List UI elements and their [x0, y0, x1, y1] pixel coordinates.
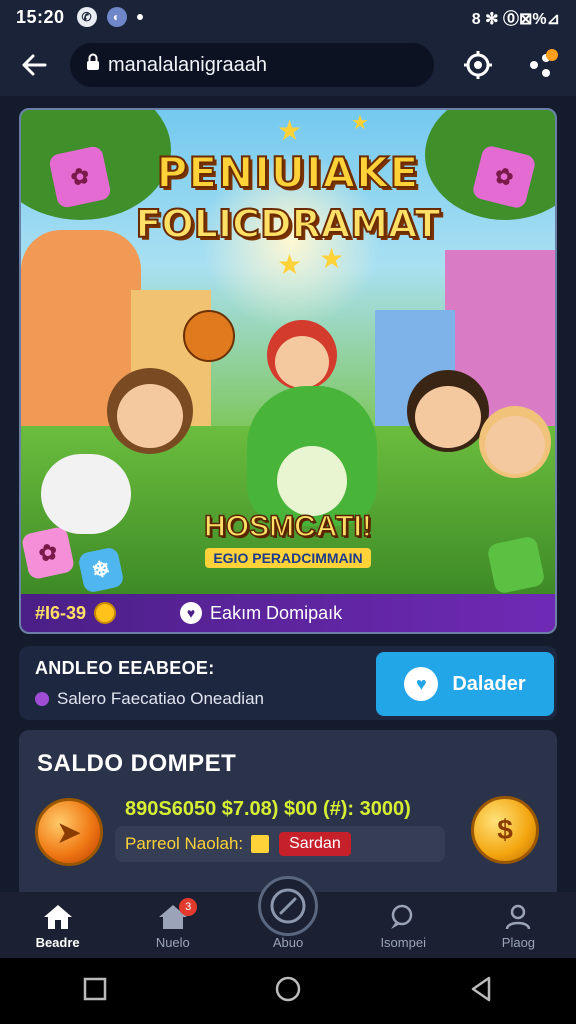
compass-icon[interactable]: [258, 876, 318, 936]
wallet-amount: 890S6050 $7.08) $00 (#): 3000): [125, 798, 411, 820]
whatsapp-icon: ✆: [76, 7, 97, 27]
banner-wallet-link[interactable]: ♥ Eakım Domipaık: [180, 602, 342, 624]
promo-banner[interactable]: ★ ★ ★ ★ ✿ ✿ ✿ ❄ PENIUIAKE FOLICDRAMAT HO…: [19, 108, 557, 634]
wallet-info-pill: Parreol Naolah: Sardan: [115, 826, 445, 862]
character-boy-top: [267, 320, 337, 390]
banner-subtitle-big: HOSMCATI!: [203, 509, 372, 544]
banner-points: #I6-39: [35, 602, 87, 623]
home-icon: [43, 905, 72, 929]
home-circle-icon[interactable]: [274, 975, 302, 1008]
banner-title-line2: FOLICDRAMAT: [135, 201, 442, 247]
address-subtext: Salero Faecatiao Oneadian: [57, 689, 264, 708]
status-right-icons: 8 ✻ ⓪⊠%⊿: [471, 11, 560, 28]
back-arrow-icon[interactable]: [16, 47, 52, 83]
star-icon: ★: [319, 243, 345, 274]
nav-label: Nuelo: [155, 935, 190, 950]
star-icon: ★: [277, 249, 303, 280]
dollar-coin-icon: $: [471, 796, 539, 864]
banner-wallet-label: Eakım Domipaık: [210, 602, 343, 623]
wallet-balance-card: SALDO DOMPET ➤ 890S6050 $7.08) $00 (#): …: [19, 730, 557, 892]
status-time: 15:20: [16, 6, 65, 27]
recents-square-icon[interactable]: [83, 977, 107, 1006]
page-content: ★ ★ ★ ★ ✿ ✿ ✿ ❄ PENIUIAKE FOLICDRAMAT HO…: [0, 96, 576, 892]
coin-icon: ➤: [35, 798, 103, 866]
target-icon[interactable]: [458, 45, 498, 85]
character-boy-left: [107, 368, 193, 454]
heart-chat-icon: ♥: [180, 602, 203, 624]
lock-icon: [86, 53, 100, 77]
star-icon: ★: [351, 112, 369, 134]
system-navigation-bar: [0, 958, 576, 1024]
wallet-heading: SALDO DOMPET: [37, 750, 237, 777]
wallet-pill-label: Parreol Naolah:: [125, 834, 244, 853]
nav-item-house[interactable]: 3 Nuelo: [115, 892, 230, 958]
nav-item-chat[interactable]: Isompei: [346, 892, 461, 958]
character-dragon: [247, 386, 377, 526]
coin-icon: [94, 602, 117, 624]
address-action-button[interactable]: ♥ Dalader: [376, 652, 554, 716]
notification-dot-icon: [136, 14, 143, 20]
nav-item-home[interactable]: Beadre: [0, 892, 115, 958]
character-baby: [479, 406, 551, 478]
address-button-label: Dalader: [452, 672, 526, 695]
status-bar: 15:20 ✆ ◐ 8 ✻ ⓪⊠%⊿: [0, 0, 576, 34]
nav-label: Plaog: [501, 935, 536, 950]
basketball-icon: [183, 310, 235, 362]
location-pin-icon: [35, 692, 49, 706]
browser-bar: manalalanigraaah: [0, 34, 576, 96]
banner-footer: #I6-39 ♥ Eakım Domipaık: [21, 594, 555, 632]
url-field[interactable]: manalalanigraaah: [70, 43, 434, 87]
chat-bubble-icon: ♥: [404, 667, 439, 701]
nav-label: Beadre: [35, 935, 80, 950]
banner-subtitle-small: EGIO PERADCIMMAIN: [21, 548, 555, 568]
star-icon: ★: [277, 115, 303, 146]
mini-coin-icon: [251, 835, 270, 853]
nav-item-profile[interactable]: Plaog: [461, 892, 576, 958]
chat-icon: [391, 904, 413, 929]
app-icon: ◐: [106, 7, 127, 27]
banner-title-line1: PENIUIAKE: [156, 147, 420, 198]
notification-badge: 3: [179, 898, 198, 916]
profile-icon: [506, 904, 531, 930]
character-boy-right: [407, 370, 489, 452]
url-text: manalalanigraaah: [108, 53, 268, 76]
nav-label: Isompei: [380, 935, 426, 950]
back-triangle-icon[interactable]: [469, 976, 493, 1007]
share-badge-dot: [546, 49, 558, 61]
share-icon[interactable]: [520, 45, 560, 85]
wallet-pill-tag[interactable]: Sardan: [279, 832, 351, 856]
nav-label: Abuo: [272, 935, 304, 950]
